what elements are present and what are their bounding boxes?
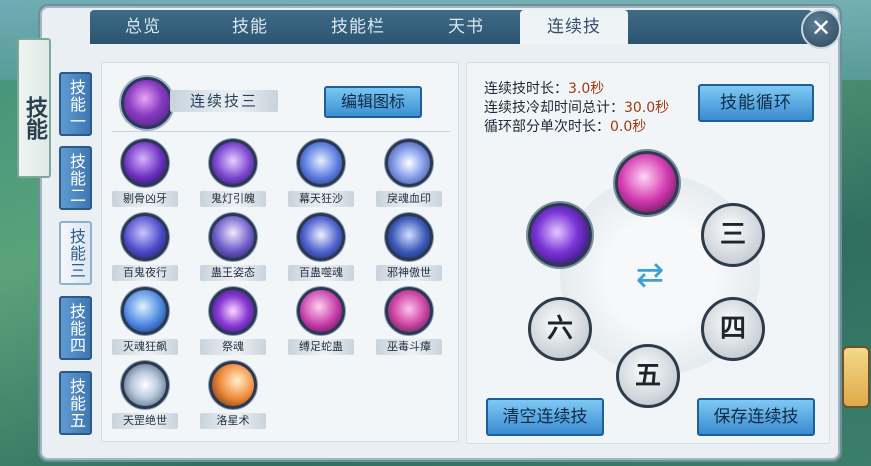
skill-icon	[209, 213, 257, 261]
combo-slot-4[interactable]: 四	[701, 297, 765, 361]
skill-icon	[385, 287, 433, 335]
skill-item[interactable]: 幕天狂沙	[281, 139, 361, 207]
skill-label: 邪神傲世	[376, 265, 442, 281]
cooldown-value: 30.0秒	[624, 100, 670, 116]
skill-label: 剔骨凶牙	[112, 191, 178, 207]
side-tab-2[interactable]: 技能二	[59, 146, 92, 210]
duration-label: 连续技时长：	[484, 81, 568, 97]
cycle-arrows-icon[interactable]: ⇄	[624, 255, 676, 295]
combo-slot-1[interactable]	[615, 151, 679, 215]
tab-combo[interactable]: 连续技	[520, 10, 628, 44]
loop-row: 循环部分单次时长：0.0秒	[484, 116, 646, 136]
skill-icon	[385, 213, 433, 261]
skill-item[interactable]: 祭魂	[193, 287, 273, 355]
skill-item[interactable]: 灭魂狂飙	[105, 287, 185, 355]
close-button[interactable]: ✕	[801, 9, 841, 49]
duration-row: 连续技时长：3.0秒	[484, 78, 604, 98]
skill-icon	[209, 287, 257, 335]
skill-label: 百鬼夜行	[112, 265, 178, 281]
skill-item[interactable]: 鬼灯引魄	[193, 139, 273, 207]
skill-icon	[209, 361, 257, 409]
skill-label: 戾魂血印	[376, 191, 442, 207]
side-tab-4[interactable]: 技能四	[59, 296, 92, 360]
lantern-decoration	[842, 346, 870, 408]
combo-name: 连续技三	[170, 90, 278, 112]
skill-icon	[121, 287, 169, 335]
skill-icon	[209, 139, 257, 187]
skill-icon	[297, 139, 345, 187]
skill-label: 天罡绝世	[112, 413, 178, 429]
skill-item[interactable]: 巫毒斗瘴	[369, 287, 449, 355]
divider	[112, 131, 450, 132]
skill-label: 鬼灯引魄	[200, 191, 266, 207]
combo-slot-3[interactable]: 三	[701, 203, 765, 267]
skill-item[interactable]: 百蛊噬魂	[281, 213, 361, 281]
save-combo-button[interactable]: 保存连续技	[697, 398, 815, 436]
top-tab-bar: 总览 技能 技能栏 天书 连续技	[90, 10, 812, 44]
combo-slot-5[interactable]: 五	[616, 344, 680, 408]
skill-item[interactable]: 天罡绝世	[105, 361, 185, 429]
tab-heaven-book[interactable]: 天书	[412, 10, 520, 44]
skill-item[interactable]: 缚足蛇蛊	[281, 287, 361, 355]
side-tab-1[interactable]: 技能一	[59, 72, 92, 136]
skill-label: 百蛊噬魂	[288, 265, 354, 281]
skill-icon	[385, 139, 433, 187]
tab-skill-bar[interactable]: 技能栏	[304, 10, 412, 44]
tab-skills[interactable]: 技能	[196, 10, 304, 44]
combo-slot-2[interactable]	[528, 203, 592, 267]
side-title-scroll: 技能	[17, 38, 51, 178]
clear-combo-button[interactable]: 清空连续技	[486, 398, 604, 436]
skill-item[interactable]: 百鬼夜行	[105, 213, 185, 281]
loop-label: 循环部分单次时长：	[484, 119, 610, 135]
skill-icon	[121, 213, 169, 261]
skill-label: 祭魂	[200, 339, 266, 355]
skill-item[interactable]: 蛊王姿态	[193, 213, 273, 281]
skill-cycle-button[interactable]: 技能循环	[698, 84, 814, 122]
skill-icon	[297, 213, 345, 261]
tab-overview[interactable]: 总览	[90, 10, 196, 44]
loop-value: 0.0秒	[610, 119, 647, 135]
combo-slot-6[interactable]: 六	[528, 297, 592, 361]
skill-icon	[297, 287, 345, 335]
skill-label: 幕天狂沙	[288, 191, 354, 207]
skill-label: 洛星术	[200, 413, 266, 429]
side-tab-3[interactable]: 技能三	[59, 221, 92, 285]
skill-label: 蛊王姿态	[200, 265, 266, 281]
skill-item[interactable]: 剔骨凶牙	[105, 139, 185, 207]
skill-item[interactable]: 洛星术	[193, 361, 273, 429]
skill-label: 灭魂狂飙	[112, 339, 178, 355]
duration-value: 3.0秒	[568, 81, 605, 97]
skill-item[interactable]: 戾魂血印	[369, 139, 449, 207]
side-tab-5[interactable]: 技能五	[59, 371, 92, 435]
skill-icon	[121, 361, 169, 409]
cooldown-row: 连续技冷却时间总计：30.0秒	[484, 97, 669, 117]
skill-icon	[121, 139, 169, 187]
edit-icon-button[interactable]: 编辑图标	[324, 86, 422, 118]
skill-label: 巫毒斗瘴	[376, 339, 442, 355]
skill-label: 缚足蛇蛊	[288, 339, 354, 355]
skill-item[interactable]: 邪神傲世	[369, 213, 449, 281]
cooldown-label: 连续技冷却时间总计：	[484, 100, 624, 116]
combo-icon[interactable]	[121, 77, 173, 129]
